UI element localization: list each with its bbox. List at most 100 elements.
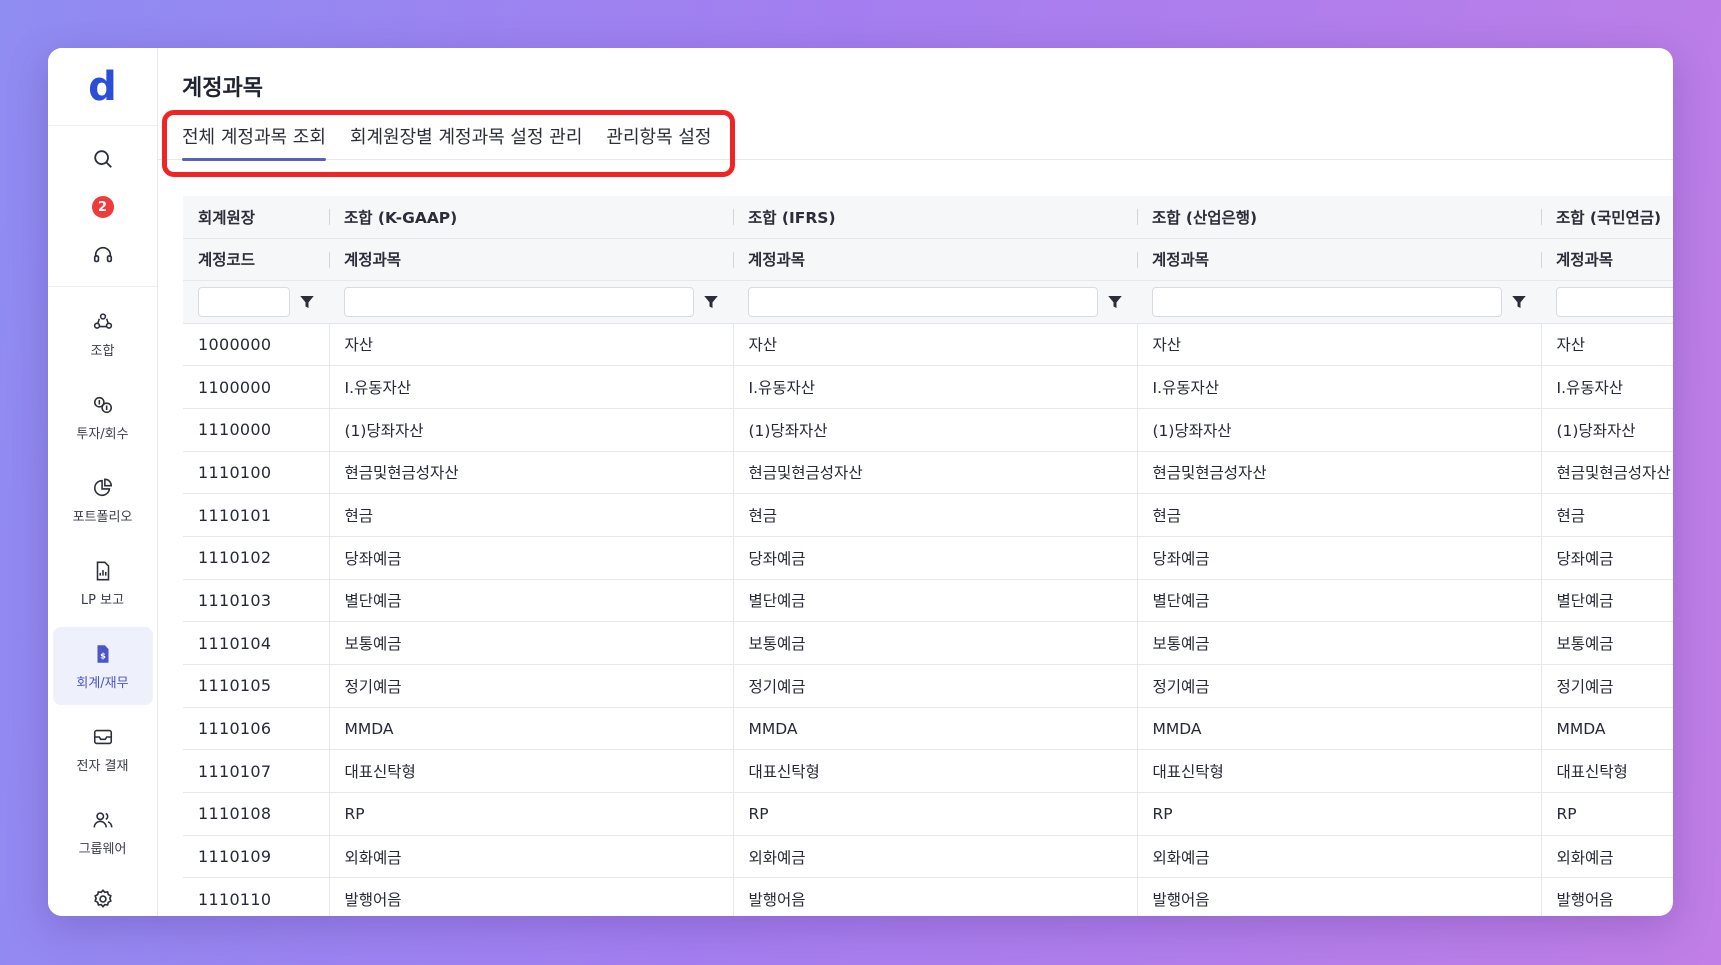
search-button[interactable] [88,144,118,174]
app-logo[interactable]: d [48,48,157,126]
account-name-cell: I.유동자산 [1136,365,1541,409]
account-code-cell: 1110107 [183,749,329,794]
table-row[interactable]: 1110110 발행어음 발행어음 발행어음 발행어음 [183,877,1673,916]
tab-1[interactable]: 전체 계정과목 조회 [182,110,326,161]
account-name-cell: 보통예금 [1136,621,1541,665]
main-nav: 조합투자/회수포트폴리오 LP 보고 $ 회계/재무 전자 결재 그룹웨어 [48,287,157,876]
account-name-cell: RP [732,792,1137,836]
account-name-cell: 정기예금 [1136,664,1541,708]
filter-cell [329,280,733,324]
column-header-cell-label: 계정과목 [344,251,402,269]
account-code-cell: 1110102 [183,536,329,580]
column-header-cell-label: 계정코드 [198,251,256,269]
sidebar-item-accounting[interactable]: $ 회계/재무 [52,627,153,705]
account-name-cell: 대표신탁형 [1540,749,1673,794]
account-name-cell: 정기예금 [732,664,1137,708]
table-row[interactable]: 1110105 정기예금 정기예금 정기예금 정기예금 [183,664,1673,708]
account-name-cell: 별단예금 [732,579,1137,623]
account-name-cell: 자산 [1540,323,1673,367]
sidebar-item-portfolio[interactable]: 포트폴리오 [53,461,153,539]
account-grid: 회계원장 조합 (K-GAAP) 조합 (IFRS) 조합 (산업은행) 조합 (국민연… [183,196,1673,916]
column-header-cell: 계정코드 [183,238,329,281]
inbox-tray-icon [91,725,115,749]
table-row[interactable]: 1100000 I.유동자산 I.유동자산 I.유동자산 I.유동자산 [183,365,1673,409]
table-row[interactable]: 1110107 대표신탁형 대표신탁형 대표신탁형 대표신탁형 [183,749,1673,794]
table-row[interactable]: 1110102 당좌예금 당좌예금 당좌예금 당좌예금 [183,536,1673,580]
column-filter-input[interactable] [198,286,290,317]
sidebar: d 2 조합투자/회수포트폴리오 LP 보고 $ 회계/재무 전자 결재 그룹웨어 [48,48,158,916]
account-name-cell: 현금 [1540,493,1673,537]
column-separator [1137,209,1138,225]
sidebar-item-label: LP 보고 [80,592,125,608]
account-name-cell: 대표신탁형 [328,749,733,794]
notification-badge: 2 [91,196,114,218]
table-row[interactable]: 1110108 RP RP RP RP [183,792,1673,836]
column-filter-input[interactable] [1152,286,1502,317]
account-name-cell: 당좌예금 [732,536,1137,580]
filter-cell [733,280,1137,324]
tab-bar: 전체 계정과목 조회 회계원장별 계정과목 설정 관리 관리항목 설정 [158,110,1673,161]
ledger-header-cell-label: 회계원장 [198,208,256,227]
table-row[interactable]: 1110109 외화예금 외화예금 외화예금 외화예금 [183,835,1673,879]
account-name-cell: RP [328,792,733,836]
invest-return-icon [91,393,115,417]
account-name-cell: (1)당좌자산 [1540,408,1673,452]
tab-3[interactable]: 관리항목 설정 [606,110,711,160]
settings-button[interactable] [88,884,118,914]
sidebar-item-label: 투자/회수 [76,426,129,442]
account-name-cell: MMDA [732,707,1137,751]
ledger-header-cell-label: 조합 (K-GAAP) [344,208,458,227]
filter-icon[interactable] [702,293,720,311]
account-code-cell: 1110104 [183,621,329,665]
account-name-cell: 자산 [1136,323,1541,367]
filter-icon[interactable] [1106,293,1124,311]
account-code-cell: 1000000 [183,323,329,367]
table-row[interactable]: 1110104 보통예금 보통예금 보통예금 보통예금 [183,621,1673,665]
dollar-document-icon: $ [91,642,115,666]
column-header-cell-label: 계정과목 [1556,251,1614,269]
account-name-cell: 보통예금 [328,621,733,665]
account-code-cell: 1110109 [183,835,329,879]
column-header-cell-label: 계정과목 [1152,251,1210,269]
account-name-cell: 자산 [732,323,1137,367]
sidebar-item-label: 조합 [90,343,115,359]
column-filter-input[interactable] [344,286,694,317]
table-row[interactable]: 1110106 MMDA MMDA MMDA MMDA [183,707,1673,751]
filter-icon[interactable] [1510,293,1528,311]
filter-cell [1137,280,1541,324]
column-filter-input[interactable] [748,286,1098,317]
ledger-header-cell: 조합 (K-GAAP) [329,196,733,239]
account-name-cell: I.유동자산 [1540,365,1673,409]
table-row[interactable]: 1110101 현금 현금 현금 현금 [183,493,1673,537]
tab-2[interactable]: 회계원장별 계정과목 설정 관리 [350,110,582,160]
sidebar-item-combination[interactable]: 조합 [53,295,153,373]
account-name-cell: 현금 [328,493,733,537]
column-filter-input[interactable] [1556,286,1673,317]
account-code-cell: 1110108 [183,792,329,836]
account-name-cell: 보통예금 [732,621,1137,665]
users-icon [91,808,115,832]
table-row[interactable]: 1110103 별단예금 별단예금 별단예금 별단예금 [183,579,1673,623]
sidebar-item-e-approval[interactable]: 전자 결재 [53,710,153,788]
notification-button[interactable]: 2 [88,192,118,222]
table-row[interactable]: 1110100 현금및현금성자산 현금및현금성자산 현금및현금성자산 현금및현금성자산 [183,451,1673,495]
sidebar-item-groupware[interactable]: 그룹웨어 [53,793,153,871]
table-row[interactable]: 1000000 자산 자산 자산 자산 [183,323,1673,367]
filter-icon[interactable] [298,293,316,311]
filter-group [344,286,733,317]
account-code-cell: 1110106 [183,707,329,751]
tabs: 전체 계정과목 조회 회계원장별 계정과목 설정 관리 관리항목 설정 [182,110,711,161]
support-button[interactable] [88,240,118,270]
logo-mark: d [88,63,117,110]
sidebar-item-label: 포트폴리오 [72,509,133,525]
account-name-cell: 현금 [1136,493,1541,537]
sidebar-item-lp-report[interactable]: LP 보고 [53,544,153,622]
account-name-cell: 현금및현금성자산 [1136,451,1541,495]
table-row[interactable]: 1110000 (1)당좌자산 (1)당좌자산 (1)당좌자산 (1)당좌자산 [183,408,1673,452]
ledger-header-row: 회계원장 조합 (K-GAAP) 조합 (IFRS) 조합 (산업은행) 조합 (국민연… [183,196,1673,239]
account-name-cell: MMDA [1136,707,1541,751]
account-code-cell: 1110101 [183,493,329,537]
column-separator [733,209,734,225]
table-body: 1000000 자산 자산 자산 자산 1100000 I.유동자산 I.유동자산 I.유동자산… [183,323,1673,916]
sidebar-item-invest[interactable]: 투자/회수 [53,378,153,456]
